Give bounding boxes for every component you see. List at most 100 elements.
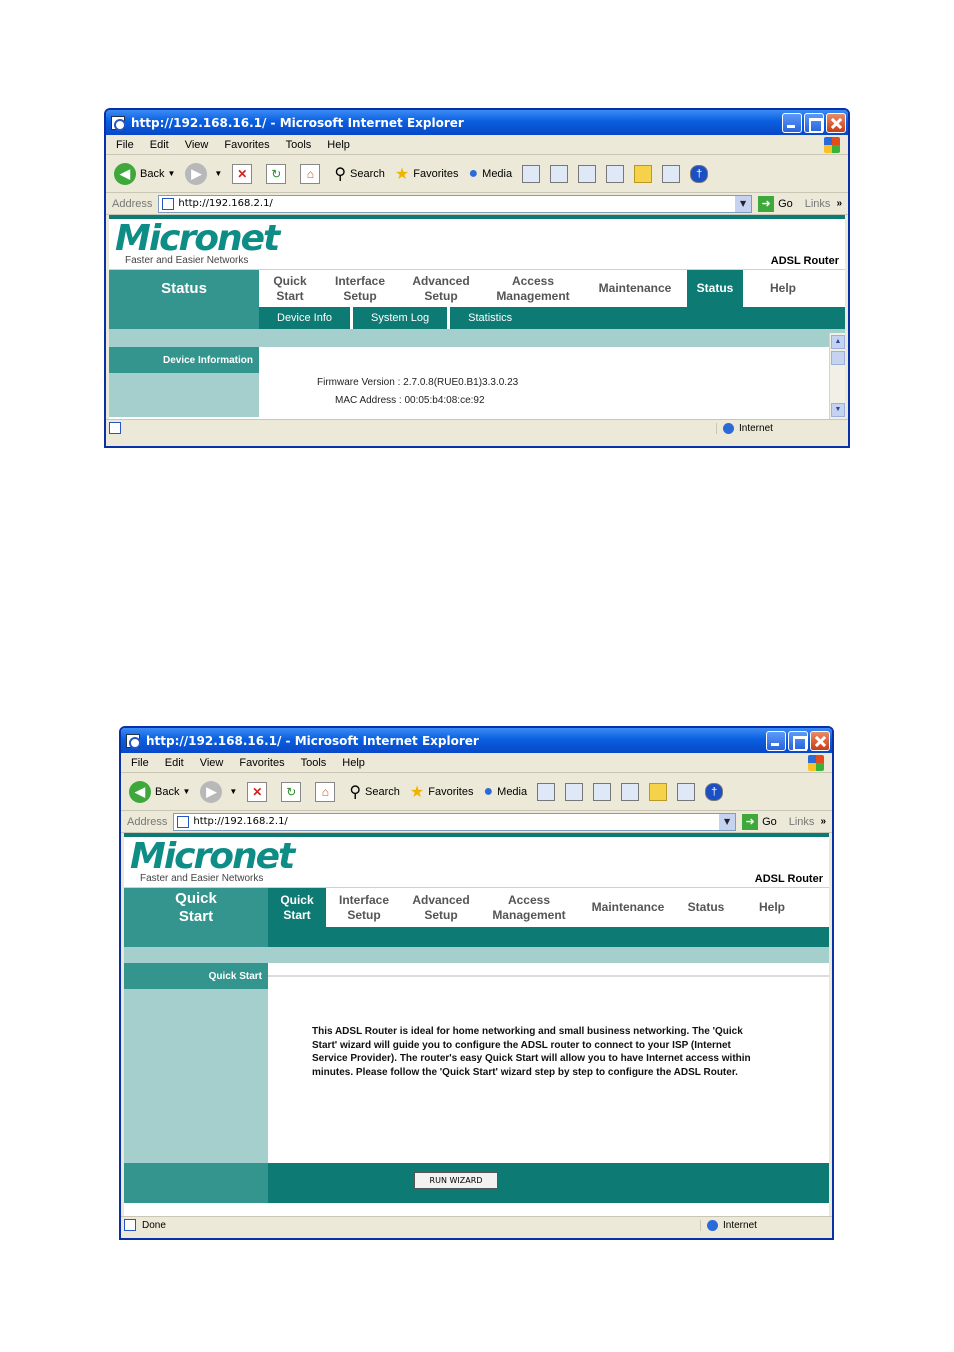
main-nav: Status Quick Start Interface Setup Advance…	[109, 269, 845, 307]
media-globe-icon: ●	[468, 164, 479, 182]
menu-tools[interactable]: Tools	[286, 139, 312, 151]
folder-icon[interactable]	[649, 782, 668, 801]
links-button[interactable]: Links	[789, 816, 815, 828]
mail-icon[interactable]	[565, 782, 584, 801]
favorites-button[interactable]: ★ Favorites	[395, 164, 459, 184]
refresh-button[interactable]: ↻	[281, 781, 305, 802]
subtab-device-info[interactable]: Device Info	[259, 307, 354, 329]
back-button[interactable]: ◀ Back ▼	[129, 780, 190, 803]
scroll-down-icon[interactable]: ▼	[831, 403, 845, 417]
minimize-button[interactable]	[766, 730, 786, 751]
go-button[interactable]: ➜ Go	[758, 195, 793, 212]
history-icon[interactable]	[537, 782, 556, 801]
search-label: Search	[350, 167, 385, 180]
tab-quick-start[interactable]: Quick Start	[268, 888, 326, 927]
home-button[interactable]: ⌂	[315, 781, 339, 802]
close-button[interactable]	[826, 112, 846, 133]
tab-interface-setup[interactable]: Interface Setup	[321, 270, 399, 307]
home-button[interactable]: ⌂	[300, 163, 324, 184]
tab-maintenance[interactable]: Maintenance	[578, 888, 678, 927]
go-label: Go	[762, 815, 777, 828]
favorites-button[interactable]: ★ Favorites	[410, 782, 474, 802]
tab-maintenance[interactable]: Maintenance	[583, 270, 687, 307]
edit-word-icon[interactable]	[606, 164, 625, 183]
tab-advanced-setup[interactable]: Advanced Setup	[402, 888, 480, 927]
menu-help[interactable]: Help	[327, 139, 350, 151]
tab-help[interactable]: Help	[743, 270, 823, 307]
tab-status[interactable]: Status	[678, 888, 734, 927]
bluetooth-icon[interactable]: †	[690, 164, 709, 183]
page-content: Micronet Faster and Easier Networks ADSL…	[106, 215, 848, 419]
forward-button[interactable]: ▶ ▼	[185, 162, 222, 185]
chevron-right-icon[interactable]: »	[836, 198, 842, 209]
tab-status[interactable]: Status	[687, 270, 743, 307]
bluetooth-icon[interactable]: †	[705, 782, 724, 801]
messenger-icon[interactable]	[662, 164, 681, 183]
address-dropdown-icon[interactable]: ▼	[735, 195, 752, 212]
mail-icon[interactable]	[550, 164, 569, 183]
menu-file[interactable]: File	[131, 757, 149, 769]
print-icon[interactable]	[578, 164, 597, 183]
go-arrow-icon: ➜	[758, 195, 775, 212]
menu-favorites[interactable]: Favorites	[239, 757, 284, 769]
tab-access-management[interactable]: Access Management	[480, 888, 578, 927]
footer-bar: RUN WIZARD	[268, 1163, 829, 1203]
dropdown-arrow-icon[interactable]: ▼	[214, 169, 222, 178]
tab-advanced-setup[interactable]: Advanced Setup	[399, 270, 483, 307]
maximize-button[interactable]	[788, 730, 808, 751]
tab-access-management[interactable]: Access Management	[483, 270, 583, 307]
edit-word-icon[interactable]	[621, 782, 640, 801]
search-button[interactable]: ⚲ Search	[334, 164, 385, 184]
back-arrow-icon: ◀	[129, 780, 151, 803]
dropdown-arrow-icon[interactable]: ▼	[182, 787, 190, 796]
address-input[interactable]: http://192.168.2.1/ ▼	[158, 194, 753, 213]
subtab-system-log[interactable]: System Log	[353, 307, 451, 329]
menu-favorites[interactable]: Favorites	[224, 139, 269, 151]
menu-help[interactable]: Help	[342, 757, 365, 769]
menu-tools[interactable]: Tools	[301, 757, 327, 769]
refresh-button[interactable]: ↻	[266, 163, 290, 184]
address-input[interactable]: http://192.168.2.1/ ▼	[173, 812, 737, 831]
messenger-icon[interactable]	[677, 782, 696, 801]
dropdown-arrow-icon[interactable]: ▼	[167, 169, 175, 178]
security-zone: Internet	[700, 1219, 832, 1231]
chevron-right-icon[interactable]: »	[820, 816, 826, 827]
media-button[interactable]: ● Media	[483, 783, 527, 801]
menu-view[interactable]: View	[200, 757, 224, 769]
subtab-statistics[interactable]: Statistics	[450, 307, 530, 329]
tab-interface-setup[interactable]: Interface Setup	[326, 888, 402, 927]
dropdown-arrow-icon[interactable]: ▼	[229, 787, 237, 796]
vertical-scrollbar[interactable]: ▲ ▼	[829, 333, 845, 419]
menu-edit[interactable]: Edit	[150, 139, 169, 151]
forward-button[interactable]: ▶ ▼	[200, 780, 237, 803]
go-button[interactable]: ➜ Go	[742, 813, 777, 830]
tab-label: Setup	[343, 288, 377, 303]
menu-view[interactable]: View	[185, 139, 209, 151]
menu-edit[interactable]: Edit	[165, 757, 184, 769]
address-dropdown-icon[interactable]: ▼	[719, 813, 736, 830]
divider-band	[109, 329, 845, 347]
stop-button[interactable]: ✕	[232, 163, 256, 184]
links-button[interactable]: Links	[805, 198, 831, 210]
stop-button[interactable]: ✕	[247, 781, 271, 802]
scroll-thumb[interactable]	[831, 351, 845, 365]
history-icon[interactable]	[522, 164, 541, 183]
media-globe-icon: ●	[483, 782, 494, 800]
tab-help[interactable]: Help	[734, 888, 810, 927]
media-button[interactable]: ● Media	[468, 165, 512, 183]
footer-left	[124, 1163, 268, 1203]
run-wizard-button[interactable]: RUN WIZARD	[414, 1172, 498, 1189]
menu-file[interactable]: File	[116, 139, 134, 151]
scroll-up-icon[interactable]: ▲	[831, 335, 845, 349]
print-icon[interactable]	[593, 782, 612, 801]
folder-icon[interactable]	[634, 164, 653, 183]
internet-explorer-icon	[111, 115, 126, 131]
maximize-button[interactable]	[804, 112, 824, 133]
close-button[interactable]	[810, 730, 830, 751]
page-icon	[162, 197, 175, 210]
minimize-button[interactable]	[782, 112, 802, 133]
search-button[interactable]: ⚲ Search	[349, 782, 400, 802]
back-button[interactable]: ◀ Back ▼	[114, 162, 175, 185]
tab-label: Access	[507, 892, 551, 907]
tab-quick-start[interactable]: Quick Start	[259, 270, 321, 307]
